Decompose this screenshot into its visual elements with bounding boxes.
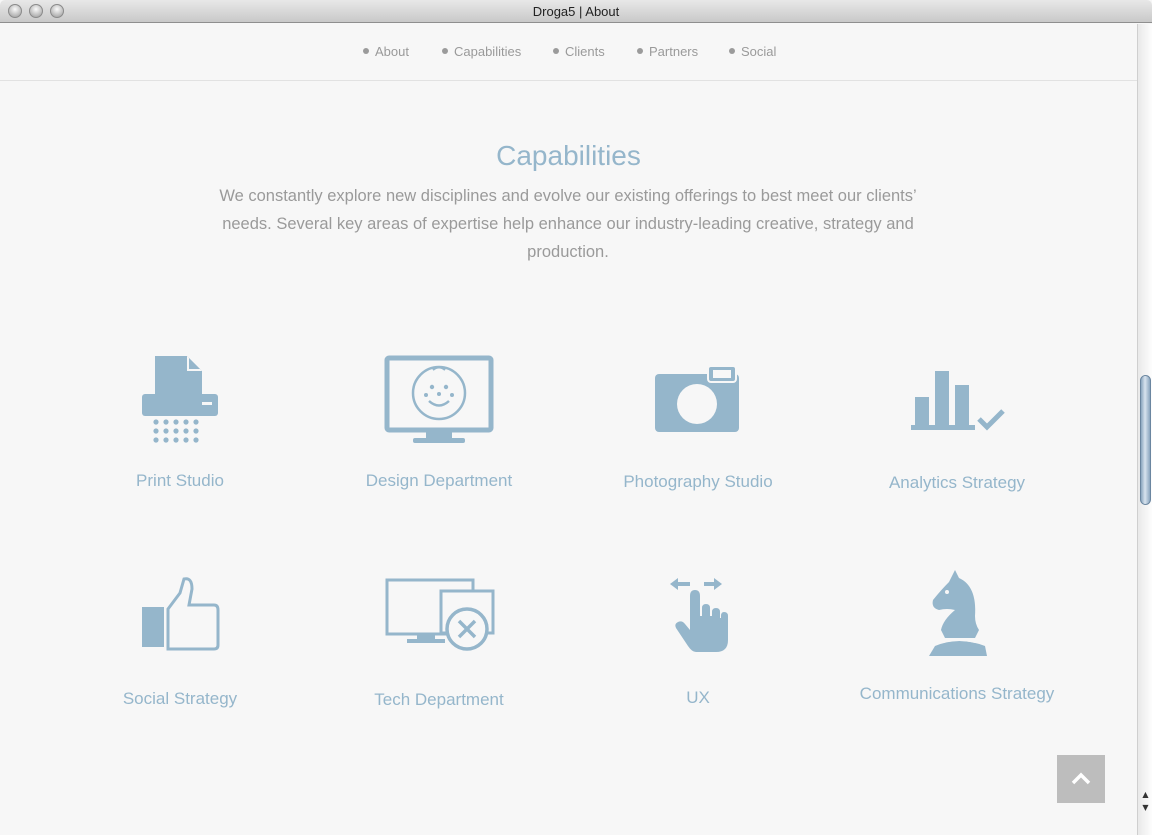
capability-communications-strategy[interactable]: Communications Strategy xyxy=(828,568,1086,704)
nav-item-partners[interactable]: Partners xyxy=(637,44,698,59)
monitor-face-icon xyxy=(384,355,494,443)
window-title-bar: Droga5 | About xyxy=(0,0,1152,23)
capability-label: Photography Studio xyxy=(623,472,773,491)
nav-item-label: Clients xyxy=(565,44,605,59)
swipe-hand-icon xyxy=(670,578,728,652)
capability-label: Tech Department xyxy=(374,690,504,709)
scroll-down-arrow-icon[interactable]: ▼ xyxy=(1140,802,1151,813)
capability-analytics-strategy[interactable]: Analytics Strategy xyxy=(828,369,1086,493)
back-to-top-button[interactable] xyxy=(1057,755,1105,803)
capability-design-department[interactable]: Design Department xyxy=(310,354,568,491)
chess-knight-icon xyxy=(929,570,987,656)
window-title: Droga5 | About xyxy=(532,4,620,19)
capability-label: Design Department xyxy=(365,471,513,490)
bullet-icon xyxy=(363,48,369,54)
vertical-scrollbar[interactable]: ▲ ▼ xyxy=(1137,24,1152,835)
nav-item-about[interactable]: About xyxy=(363,44,409,59)
capability-label: Communications Strategy xyxy=(859,684,1055,703)
capability-ux[interactable]: UX xyxy=(569,574,827,708)
bullet-icon xyxy=(553,48,559,54)
bullet-icon xyxy=(442,48,448,54)
top-nav: About Capabilities Clients Partners Soci… xyxy=(0,24,1137,81)
section-intro: We constantly explore new disciplines an… xyxy=(219,187,917,261)
scrollbar-thumb[interactable] xyxy=(1140,375,1151,505)
chevron-up-icon xyxy=(1071,772,1091,785)
scroll-up-arrow-icon[interactable]: ▲ xyxy=(1140,789,1151,800)
paper-shredder-icon xyxy=(142,356,218,443)
nav-item-clients[interactable]: Clients xyxy=(553,44,605,59)
page-content: About Capabilities Clients Partners Soci… xyxy=(0,24,1137,835)
capability-label: Print Studio xyxy=(136,471,224,490)
capability-label: Analytics Strategy xyxy=(888,473,1026,492)
devices-x-icon xyxy=(385,578,495,651)
nav-item-label: Capabilities xyxy=(454,44,522,59)
camera-icon xyxy=(655,365,739,432)
bullet-icon xyxy=(729,48,735,54)
nav-item-label: About xyxy=(375,44,409,59)
thumbs-up-icon xyxy=(142,577,220,651)
nav-item-capabilities[interactable]: Capabilities xyxy=(442,44,521,59)
capability-tech-department[interactable]: Tech Department xyxy=(310,577,568,710)
capability-photography-studio[interactable]: Photography Studio xyxy=(569,364,827,492)
capability-label: UX xyxy=(686,688,710,707)
capability-print-studio[interactable]: Print Studio xyxy=(51,354,309,491)
nav-item-label: Social xyxy=(741,44,777,59)
nav-item-label: Partners xyxy=(649,44,699,59)
bullet-icon xyxy=(637,48,643,54)
section-heading: Capabilities xyxy=(496,140,641,171)
capability-social-strategy[interactable]: Social Strategy xyxy=(51,577,309,709)
capability-label: Social Strategy xyxy=(122,689,238,708)
bar-chart-check-icon xyxy=(911,371,1005,431)
nav-item-social[interactable]: Social xyxy=(729,44,776,59)
